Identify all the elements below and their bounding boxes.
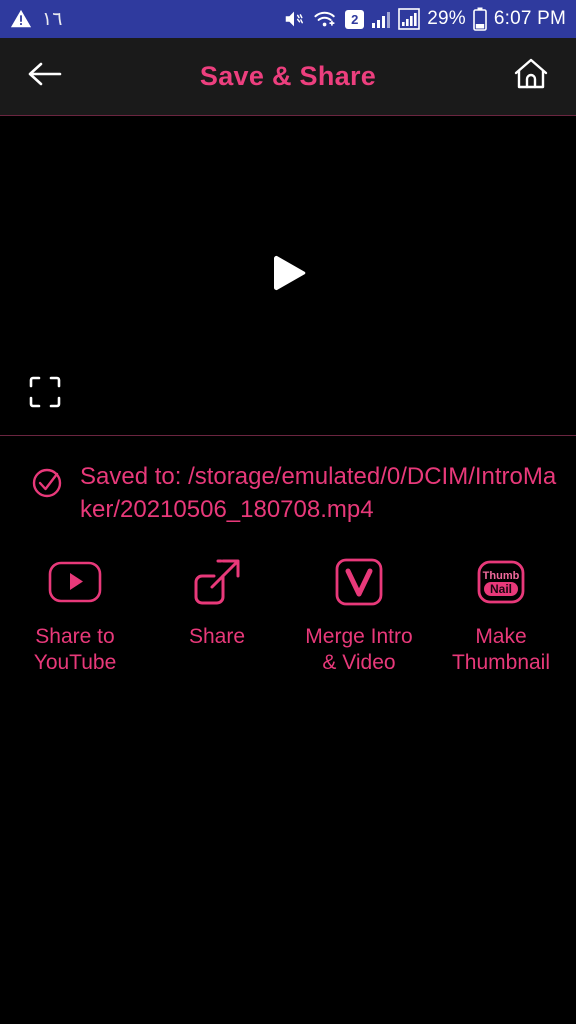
check-circle-icon [30, 466, 64, 505]
back-arrow-icon [26, 59, 64, 94]
sim-badge: 2 [345, 9, 365, 29]
status-bar: ١٦ 2 29% 6:07 PM [0, 0, 576, 38]
action-label: Share to YouTube [33, 625, 117, 675]
share-button[interactable]: Share [146, 554, 288, 677]
app-root: ١٦ 2 29% 6:07 PM Save & Share Saved to: … [0, 0, 576, 1024]
battery-percent-label: 29% [427, 8, 466, 29]
back-button[interactable] [22, 54, 68, 100]
saved-path-row: Saved to: /storage/emulated/0/DCIM/Intro… [0, 436, 576, 532]
youtube-icon [47, 554, 103, 610]
saved-path-text: Saved to: /storage/emulated/0/DCIM/Intro… [80, 463, 557, 524]
signal-bars-boxed-icon [398, 8, 420, 30]
action-label: Share [188, 625, 246, 649]
page-title: Save & Share [199, 61, 377, 91]
status-bar-right: 2 29% 6:07 PM [282, 7, 566, 31]
play-button[interactable] [256, 244, 320, 308]
warning-triangle-icon [10, 8, 32, 30]
home-button[interactable] [508, 54, 554, 100]
share-icon [189, 554, 245, 610]
make-thumbnail-button[interactable]: Thumb Nail Make Thumbnail [430, 554, 572, 677]
play-icon [260, 245, 316, 306]
video-preview[interactable] [0, 116, 576, 436]
thumbnail-glyph-bottom: Nail [490, 582, 512, 596]
signal-bars-icon [371, 9, 391, 29]
action-label: Merge Intro & Video [305, 625, 413, 675]
home-icon [511, 55, 551, 98]
merge-video-icon [331, 554, 387, 610]
share-to-youtube-button[interactable]: Share to YouTube [4, 554, 146, 677]
wifi-icon [313, 8, 338, 30]
notification-count: ١٦ [42, 8, 63, 30]
clock-label: 6:07 PM [493, 8, 566, 29]
status-bar-left: ١٦ [10, 8, 62, 31]
thumbnail-icon: Thumb Nail [473, 554, 529, 610]
fullscreen-button[interactable] [28, 375, 66, 413]
battery-icon [473, 7, 487, 31]
thumbnail-glyph-top: Thumb [483, 570, 520, 582]
fullscreen-icon [28, 376, 62, 413]
app-header: Save & Share [0, 38, 576, 116]
action-button-row: Share to YouTube Share Merge Intro & Vid… [0, 532, 576, 677]
action-label: Make Thumbnail [451, 625, 551, 675]
volume-mute-icon [282, 8, 306, 30]
merge-intro-video-button[interactable]: Merge Intro & Video [288, 554, 430, 677]
empty-content-area [0, 676, 576, 1024]
